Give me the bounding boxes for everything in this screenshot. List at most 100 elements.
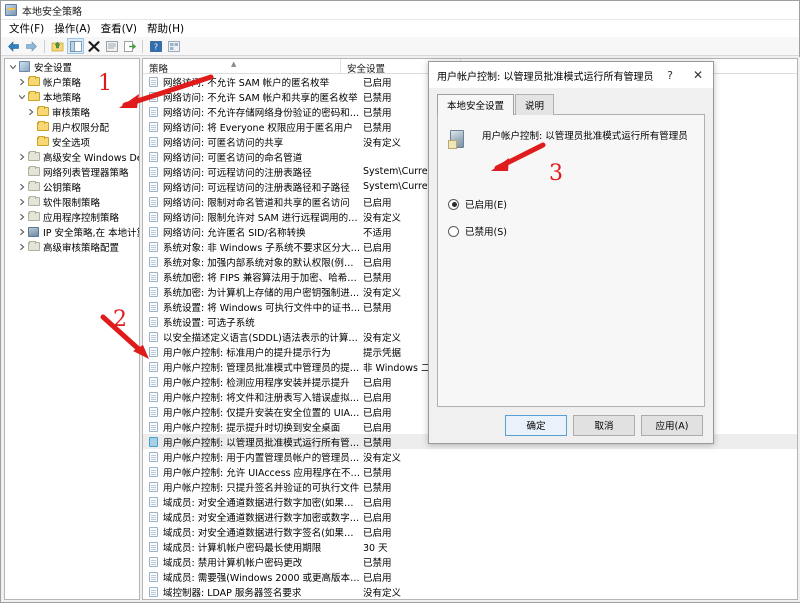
dialog-body: 本地安全设置 说明 用户帐户控制: 以管理员批准模式运行所有管理员 已启用(E)… — [429, 88, 713, 407]
policy-document-icon — [147, 481, 160, 492]
tab-explain[interactable]: 说明 — [515, 94, 555, 115]
radio-disabled-indicator[interactable] — [448, 225, 459, 237]
tree-item-9[interactable]: 软件限制策略 — [5, 194, 139, 209]
tree-item-4[interactable]: 用户权限分配 — [5, 119, 139, 134]
delete-icon[interactable] — [85, 38, 102, 54]
policy-document-icon — [147, 271, 160, 282]
tree-item-2[interactable]: 本地策略 — [5, 89, 139, 104]
tree-item-6[interactable]: 高级安全 Windows Defender 防火墙 — [5, 149, 139, 164]
show-hide-tree-icon[interactable] — [67, 38, 84, 54]
menu-file[interactable]: 文件(F) — [7, 20, 52, 37]
policy-document-icon — [147, 361, 160, 372]
sort-ascending-icon: ▲ — [231, 60, 237, 68]
tree-item-label: 本地策略 — [43, 92, 82, 104]
ok-button[interactable]: 确定 — [505, 414, 567, 436]
apply-button[interactable]: 应用(A) — [641, 414, 703, 436]
chevron-right-icon[interactable] — [16, 196, 27, 207]
table-row[interactable]: 域成员: 对安全通道数据进行数字加密(如果可能) 已启用 — [143, 494, 797, 509]
table-row[interactable]: 域控制器: 拒绝计算机帐户密码更改没有定义 — [143, 599, 797, 600]
chevron-down-icon[interactable] — [16, 91, 27, 102]
table-row[interactable]: 域成员: 计算机帐户密码最长使用期限 30 天 — [143, 539, 797, 554]
column-header-policy[interactable]: 策略 ▲ — [143, 59, 341, 75]
folder-grey-icon — [27, 181, 40, 192]
policy-name-cell: 网络访问: 可匿名访问的共享 — [163, 137, 284, 149]
radio-enabled-indicator[interactable] — [448, 198, 459, 210]
menu-view[interactable]: 查看(V) — [99, 20, 145, 37]
chevron-right-icon[interactable] — [16, 226, 27, 237]
table-row[interactable]: 用户帐户控制: 用于内置管理员帐户的管理员批准模式没有定义 — [143, 449, 797, 464]
policy-name-cell: 用户帐户控制: 管理员批准模式中管理员的提升权限提示的... — [163, 362, 361, 374]
security-setting-cell: 没有定义 — [363, 452, 402, 464]
chevron-right-icon[interactable] — [25, 106, 36, 117]
tree-item-10[interactable]: 应用程序控制策略 — [5, 209, 139, 224]
table-row[interactable]: 域成员: 需要强(Windows 2000 或更高版本)会话密钥已启用 — [143, 569, 797, 584]
tree-item-label: 高级安全 Windows Defender 防火墙 — [43, 152, 139, 164]
policy-name-cell: 用户帐户控制: 用于内置管理员帐户的管理员批准模式 — [163, 452, 361, 464]
refresh-icon[interactable] — [165, 38, 182, 54]
policy-document-icon — [147, 241, 160, 252]
table-row[interactable]: 用户帐户控制: 允许 UIAccess 应用程序在不使用安全桌面...已禁用 — [143, 464, 797, 479]
tree-item-label: 软件限制策略 — [43, 197, 101, 209]
title-bar: 本地安全策略 — [1, 1, 799, 20]
table-row[interactable]: 域控制器: LDAP 服务器签名要求 没有定义 — [143, 584, 797, 599]
chevron-right-icon[interactable] — [16, 211, 27, 222]
folder-grey-icon — [27, 241, 40, 252]
menu-action[interactable]: 操作(A) — [52, 20, 98, 37]
policy-name-cell: 网络访问: 不允许 SAM 帐户的匿名枚举 — [163, 77, 330, 89]
tab-local-security-setting[interactable]: 本地安全设置 — [437, 94, 515, 115]
up-folder-icon[interactable] — [49, 38, 66, 54]
tree-item-8[interactable]: 公钥策略 — [5, 179, 139, 194]
policy-name-cell: 用户帐户控制: 只提升签名并验证的可执行文件 — [163, 482, 360, 494]
policy-document-icon — [147, 586, 160, 597]
folder-grey-icon — [27, 211, 40, 222]
dialog-close-button[interactable]: ✕ — [683, 64, 713, 86]
tree-item-0[interactable]: 安全设置 — [5, 59, 139, 74]
policy-name-cell: 用户帐户控制: 将文件和注册表写入错误虚拟化到每用户位置 — [163, 392, 361, 404]
chevron-right-icon[interactable] — [16, 76, 27, 87]
chevron-right-icon[interactable] — [16, 241, 27, 252]
table-row[interactable]: 域成员: 对安全通道数据进行数字签名(如果可能) 已启用 — [143, 524, 797, 539]
policy-document-icon — [147, 91, 160, 102]
back-icon[interactable] — [5, 38, 22, 54]
tree-item-1[interactable]: 帐户策略 — [5, 74, 139, 89]
policy-document-icon — [147, 256, 160, 267]
policy-document-icon — [147, 331, 160, 342]
table-row[interactable]: 域成员: 禁用计算机帐户密码更改 已禁用 — [143, 554, 797, 569]
chevron-right-icon[interactable] — [16, 181, 27, 192]
export-list-icon[interactable] — [121, 38, 138, 54]
tree-item-3[interactable]: 审核策略 — [5, 104, 139, 119]
policy-document-icon — [147, 376, 160, 387]
policy-document-icon — [147, 316, 160, 327]
policy-name-cell: 用户帐户控制: 允许 UIAccess 应用程序在不使用安全桌面... — [163, 467, 361, 479]
table-row[interactable]: 用户帐户控制: 只提升签名并验证的可执行文件 已禁用 — [143, 479, 797, 494]
policy-name-cell: 系统设置: 可选子系统 — [163, 317, 255, 329]
chevron-right-icon[interactable] — [16, 151, 27, 162]
menu-help[interactable]: 帮助(H) — [145, 20, 192, 37]
computer-icon — [27, 226, 40, 237]
tree-item-5[interactable]: 安全选项 — [5, 134, 139, 149]
tree-item-11[interactable]: IP 安全策略,在 本地计算机 — [5, 224, 139, 239]
policy-document-icon — [147, 421, 160, 432]
tree-item-label: 网络列表管理器策略 — [43, 167, 129, 179]
radio-disabled-label: 已禁用(S) — [465, 227, 507, 238]
tree-item-12[interactable]: 高级审核策略配置 — [5, 239, 139, 254]
tree-item-7[interactable]: 网络列表管理器策略 — [5, 164, 139, 179]
console-tree: 安全设置帐户策略本地策略 审核策略 用户权限分配 安全选项高级安全 Windows D… — [5, 59, 139, 254]
help-icon[interactable]: ? — [147, 38, 164, 54]
forward-icon[interactable] — [23, 38, 40, 54]
tree-item-label: 帐户策略 — [43, 77, 82, 89]
tree-item-label: 高级审核策略配置 — [43, 242, 120, 254]
properties-icon[interactable] — [103, 38, 120, 54]
policy-name-cell: 系统对象: 加强内部系统对象的默认权限(例如,符号链接) — [163, 257, 361, 269]
table-row[interactable]: 域成员: 对安全通道数据进行数字加密或数字签名(始终)已启用 — [143, 509, 797, 524]
policy-document-icon — [147, 166, 160, 177]
dialog-help-button[interactable]: ? — [657, 64, 683, 86]
policy-document-icon — [147, 466, 160, 477]
radio-enabled[interactable]: 已启用(E) — [448, 197, 694, 211]
radio-disabled[interactable]: 已禁用(S) — [448, 224, 694, 238]
cancel-button[interactable]: 取消 — [573, 414, 635, 436]
policy-name-cell: 网络访问: 不允许 SAM 帐户和共享的匿名枚举 — [163, 92, 358, 104]
tree-item-label: 公钥策略 — [43, 182, 82, 194]
chevron-down-icon[interactable] — [7, 61, 18, 72]
